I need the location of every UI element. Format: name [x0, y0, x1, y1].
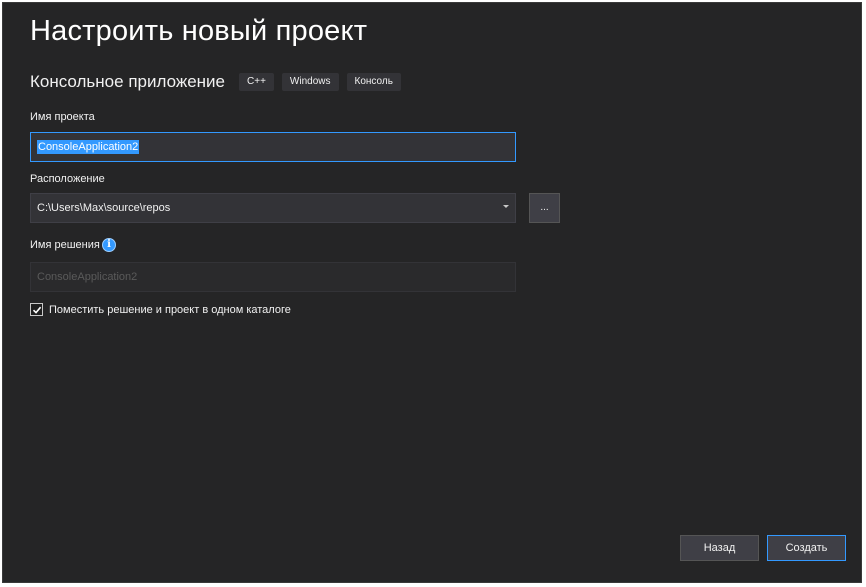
- location-combobox[interactable]: C:\Users\Max\source\repos: [30, 193, 516, 223]
- location-label: Расположение: [30, 173, 105, 185]
- same-folder-checkbox[interactable]: [30, 303, 43, 316]
- solution-name-input: ConsoleApplication2: [30, 262, 516, 292]
- back-button[interactable]: Назад: [680, 535, 759, 561]
- configure-project-dialog: Настроить новый проект Консольное прилож…: [2, 2, 862, 583]
- project-name-value: ConsoleApplication2: [37, 140, 140, 154]
- tag-project-type: Консоль: [346, 73, 401, 91]
- chevron-down-icon[interactable]: [503, 205, 509, 208]
- template-header: Консольное приложение C++ Windows Консол…: [30, 72, 409, 92]
- info-icon[interactable]: i: [102, 238, 116, 252]
- tag-platform: Windows: [281, 73, 339, 91]
- solution-name-label: Имя решения: [30, 239, 100, 251]
- template-name: Консольное приложение: [30, 72, 226, 91]
- checkmark-icon: [32, 306, 41, 314]
- dialog-title: Настроить новый проект: [30, 15, 368, 47]
- project-name-input[interactable]: ConsoleApplication2: [30, 132, 516, 162]
- same-folder-option[interactable]: Поместить решение и проект в одном катал…: [30, 303, 291, 316]
- location-value: C:\Users\Max\source\repos: [37, 202, 171, 214]
- same-folder-label: Поместить решение и проект в одном катал…: [49, 303, 291, 316]
- tag-language: C++: [239, 73, 274, 91]
- browse-button[interactable]: ...: [529, 193, 560, 223]
- solution-name-placeholder: ConsoleApplication2: [37, 271, 138, 283]
- create-button[interactable]: Создать: [767, 535, 846, 561]
- project-name-label: Имя проекта: [30, 111, 95, 123]
